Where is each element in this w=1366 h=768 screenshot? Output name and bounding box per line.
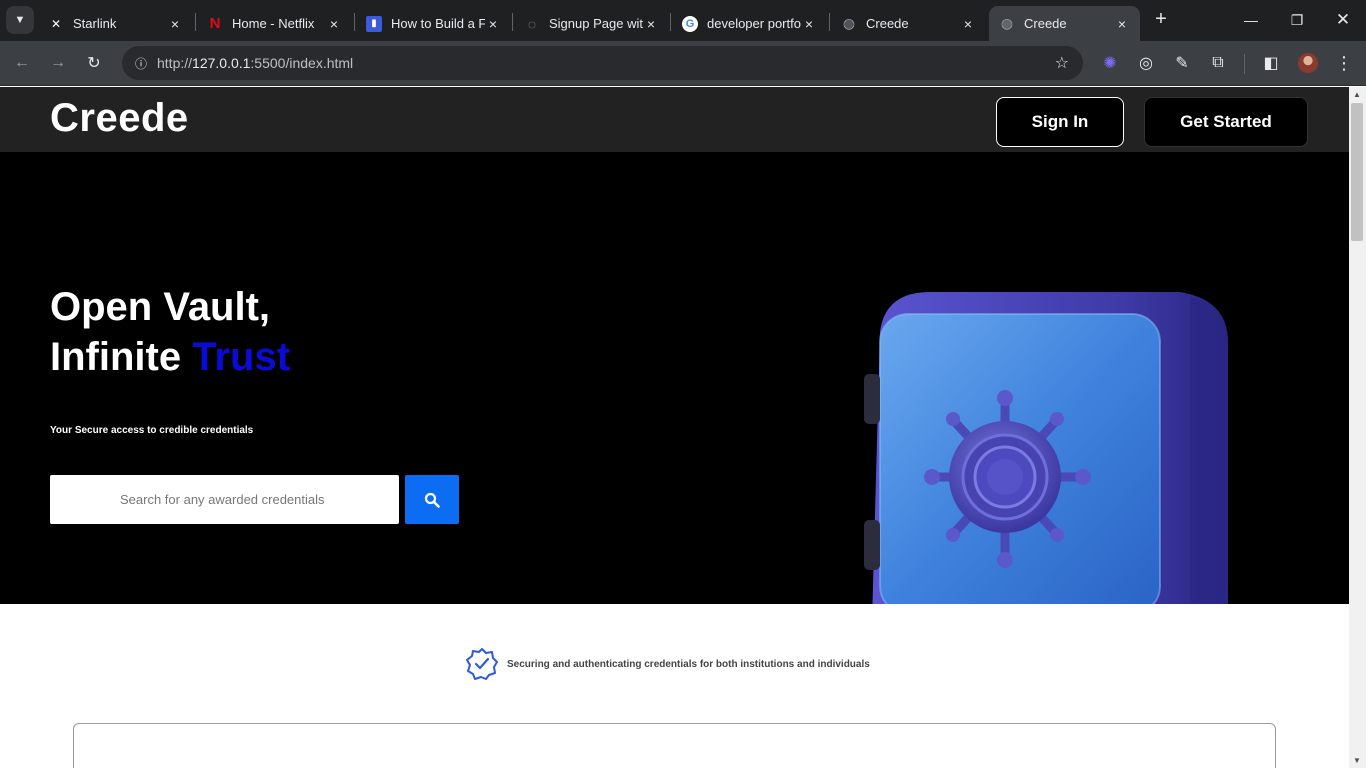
forward-button[interactable]: → bbox=[44, 49, 72, 77]
globe-icon: ◍ bbox=[1000, 15, 1014, 31]
tab-separator bbox=[354, 13, 355, 31]
close-tab-icon[interactable]: × bbox=[485, 16, 501, 32]
new-tab-button[interactable]: + bbox=[1150, 8, 1172, 30]
tab-creede-active[interactable]: ◍ Creede × bbox=[989, 6, 1140, 41]
hero-title-line2: Infinite Trust bbox=[50, 335, 291, 379]
scroll-down-arrow-icon[interactable]: ▼ bbox=[1353, 756, 1361, 765]
page-icon: ▮ bbox=[366, 15, 382, 32]
tab-title: Creede bbox=[866, 16, 909, 31]
tagline: Securing and authenticating credentials … bbox=[465, 647, 870, 681]
back-button[interactable]: ← bbox=[8, 49, 36, 77]
x-logo-icon: ✕ bbox=[50, 16, 62, 31]
bookmark-star-icon[interactable]: ☆ bbox=[1055, 53, 1069, 73]
tab-creede[interactable]: ◍ Creede × bbox=[831, 6, 986, 41]
credential-search-input[interactable] bbox=[50, 475, 399, 524]
close-tab-icon[interactable]: × bbox=[1114, 16, 1130, 32]
minimize-button[interactable]: — bbox=[1228, 0, 1274, 40]
tab-title: Creede bbox=[1024, 16, 1067, 31]
site-info-icon[interactable]: ⓘ bbox=[131, 53, 151, 73]
hero-title-line1: Open Vault, bbox=[50, 285, 271, 329]
tab-search-icon[interactable]: ▼ bbox=[6, 6, 34, 34]
vault-illustration bbox=[864, 292, 1228, 604]
tab-how-to-build[interactable]: ▮ How to Build a F × bbox=[356, 6, 511, 41]
tab-signup-page[interactable]: ◌ Signup Page wit × bbox=[514, 6, 669, 41]
hero-title: Open Vault, Infinite Trust bbox=[50, 282, 290, 382]
tab-netflix[interactable]: N Home - Netflix × bbox=[197, 6, 352, 41]
site-header: Creede Sign In Get Started bbox=[0, 87, 1349, 152]
tab-developer-portfolio[interactable]: G developer portfo × bbox=[672, 6, 827, 41]
tab-title: How to Build a F bbox=[391, 16, 485, 31]
netflix-icon: N bbox=[209, 15, 221, 32]
search-icon bbox=[424, 492, 440, 508]
tab-title: Starlink bbox=[73, 16, 117, 31]
content-card bbox=[73, 723, 1276, 768]
tab-title: Signup Page wit bbox=[549, 16, 643, 31]
verified-badge-icon bbox=[466, 648, 498, 680]
tagline-text: Securing and authenticating credentials … bbox=[507, 658, 870, 670]
sign-in-button[interactable]: Sign In bbox=[996, 97, 1124, 147]
close-tab-icon[interactable]: × bbox=[643, 16, 659, 32]
hero-section: Open Vault, Infinite Trust Your Secure a… bbox=[0, 152, 1349, 604]
tab-separator bbox=[829, 13, 830, 31]
side-panel-icon[interactable]: ◧ bbox=[1259, 51, 1283, 75]
address-bar[interactable]: ⓘ http://127.0.0.1:5500/index.html ☆ bbox=[122, 46, 1083, 80]
tab-separator bbox=[670, 13, 671, 31]
extension-target-icon[interactable]: ◎ bbox=[1134, 51, 1158, 75]
browser-toolbar: ← → ↻ ⓘ http://127.0.0.1:5500/index.html… bbox=[0, 41, 1366, 86]
page-viewport: Creede Sign In Get Started Open Vault, I… bbox=[0, 87, 1349, 768]
tab-title: Home - Netflix bbox=[232, 16, 315, 31]
restore-button[interactable]: ❐ bbox=[1274, 0, 1320, 40]
scroll-up-arrow-icon[interactable]: ▲ bbox=[1353, 90, 1361, 99]
hero-title-accent: Trust bbox=[192, 335, 291, 379]
tab-starlink[interactable]: ✕ Starlink × bbox=[38, 6, 193, 41]
extension-sun-icon[interactable]: ✺ bbox=[1098, 51, 1122, 75]
loading-icon: ◌ bbox=[527, 15, 537, 32]
tab-separator bbox=[512, 13, 513, 31]
url-text[interactable]: http://127.0.0.1:5500/index.html bbox=[157, 55, 353, 71]
page-scrollbar[interactable]: ▲ ▼ bbox=[1349, 87, 1366, 768]
search-button[interactable] bbox=[405, 475, 459, 524]
eyedropper-icon[interactable]: ✎ bbox=[1170, 51, 1194, 75]
hero-subtitle: Your Secure access to credible credentia… bbox=[50, 425, 254, 436]
close-tab-icon[interactable]: × bbox=[960, 16, 976, 32]
tab-separator bbox=[195, 13, 196, 31]
site-logo[interactable]: Creede bbox=[50, 96, 189, 141]
google-icon: G bbox=[682, 15, 698, 32]
toolbar-divider bbox=[1244, 54, 1245, 74]
close-tab-icon[interactable]: × bbox=[801, 16, 817, 32]
profile-avatar[interactable] bbox=[1298, 53, 1318, 73]
close-tab-icon[interactable]: × bbox=[167, 16, 183, 32]
close-window-button[interactable]: ✕ bbox=[1320, 0, 1366, 40]
extensions-puzzle-icon[interactable]: ⧉ bbox=[1206, 51, 1230, 75]
get-started-button[interactable]: Get Started bbox=[1144, 97, 1308, 147]
reload-button[interactable]: ↻ bbox=[80, 49, 108, 77]
menu-dots-icon[interactable]: ⋮ bbox=[1332, 51, 1356, 75]
scrollbar-thumb[interactable] bbox=[1351, 103, 1363, 241]
browser-tab-bar: ▼ ✕ Starlink × N Home - Netflix × ▮ How … bbox=[0, 0, 1366, 41]
close-tab-icon[interactable]: × bbox=[326, 16, 342, 32]
tab-title: developer portfo bbox=[707, 16, 801, 31]
globe-icon: ◍ bbox=[842, 15, 856, 31]
